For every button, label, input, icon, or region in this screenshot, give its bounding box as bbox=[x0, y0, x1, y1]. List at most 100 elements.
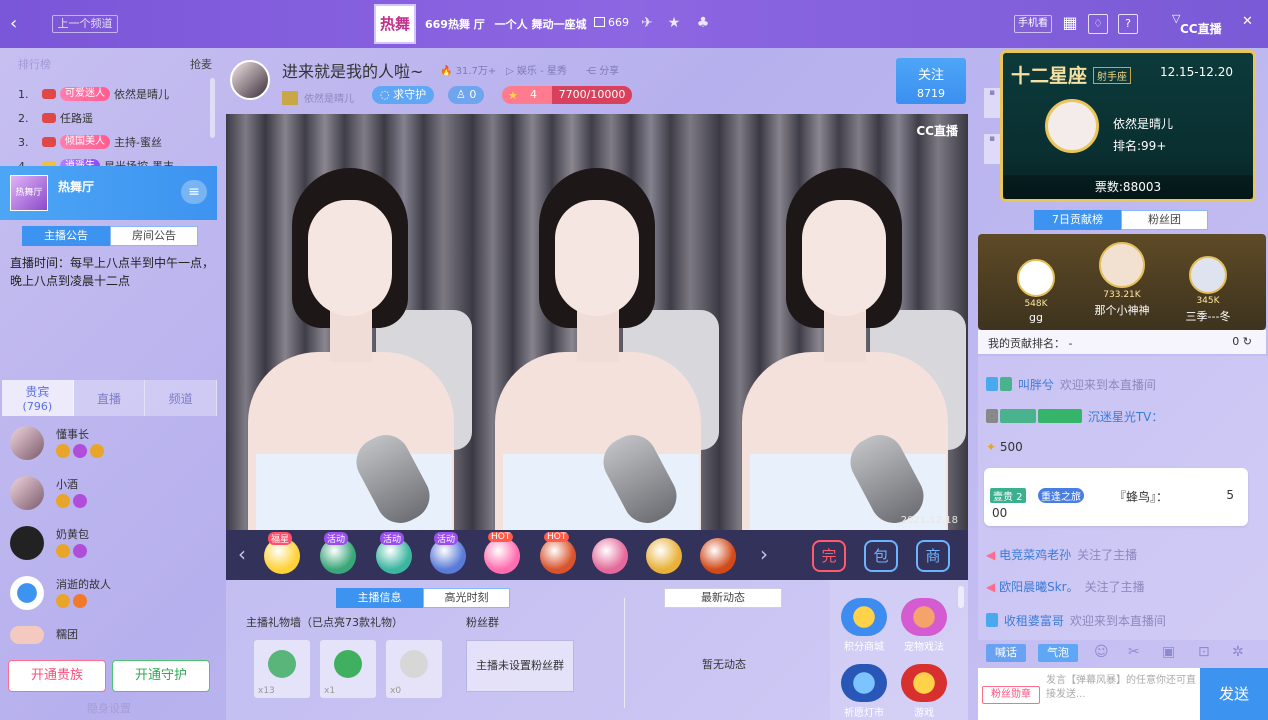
stealth-settings[interactable]: 隐身设置 bbox=[0, 698, 218, 720]
share-button[interactable]: ⋲ 分享 bbox=[586, 62, 619, 77]
tab-guests[interactable]: 贵宾 (796) bbox=[2, 380, 74, 416]
prev-channel-button[interactable]: 上一个频道 bbox=[52, 15, 118, 33]
gift-wall-item[interactable]: x1 bbox=[320, 640, 376, 698]
tab-live[interactable]: 直播 bbox=[74, 380, 146, 416]
chevron-right-icon[interactable]: › bbox=[760, 542, 768, 566]
function-scrollbar[interactable] bbox=[958, 586, 964, 608]
bell-icon[interactable]: ♢ bbox=[1088, 14, 1108, 34]
podium-second[interactable]: 548K gg bbox=[998, 259, 1074, 324]
follow-button[interactable]: 关注 8719 bbox=[896, 58, 966, 104]
wish-lantern-button[interactable]: 祈愿灯市 bbox=[840, 664, 888, 719]
tab-7day-contribution[interactable]: 7日贡献榜 bbox=[1034, 210, 1121, 230]
phone-watch-button[interactable]: 手机看 bbox=[1014, 15, 1052, 33]
audience-item[interactable]: 奶黄包 bbox=[10, 522, 208, 572]
tab-room-notice[interactable]: 房间公告 bbox=[110, 226, 198, 246]
backpack-button[interactable]: 包 bbox=[864, 540, 898, 572]
gear-icon[interactable]: ✲ bbox=[1232, 644, 1244, 660]
gift-item[interactable] bbox=[700, 538, 736, 574]
pet-trick-button[interactable]: 宠物戏法 bbox=[900, 598, 948, 653]
rank-item[interactable]: 2. 任路遥 bbox=[18, 106, 212, 130]
send-button[interactable]: 发送 bbox=[1200, 668, 1268, 720]
fn-label: 积分商城 bbox=[844, 642, 884, 653]
open-noble-button[interactable]: 开通贵族 bbox=[8, 660, 106, 692]
audience-name: 懂事长 bbox=[56, 428, 89, 441]
lock-icon[interactable]: ⊡ bbox=[1198, 644, 1210, 660]
podium-first[interactable]: 733.21K 那个小神神 bbox=[1084, 242, 1160, 318]
tab-anchor-notice[interactable]: 主播公告 bbox=[22, 226, 110, 246]
chat-input[interactable]: 粉丝勋章 发言【弹幕风暴】的任意你还可直接发送... bbox=[978, 668, 1200, 720]
gift-item[interactable]: HOT bbox=[540, 532, 576, 574]
audience-item[interactable]: 小酒 bbox=[10, 472, 208, 522]
my-rank-value[interactable]: 0 ↻ bbox=[1232, 335, 1252, 348]
gift-item[interactable]: HOT bbox=[484, 532, 520, 574]
fans-pill[interactable]: ♙ 0 bbox=[448, 86, 485, 104]
podium-score: 733.21K bbox=[1103, 290, 1141, 300]
bubble-button[interactable]: 气泡 bbox=[1038, 644, 1078, 662]
open-guard-button[interactable]: 开通守护 bbox=[112, 660, 210, 692]
image-icon[interactable]: ▣ bbox=[1162, 644, 1175, 660]
gift-wall-item[interactable]: x0 bbox=[386, 640, 442, 698]
help-icon[interactable]: ? bbox=[1118, 14, 1138, 34]
tab-anchor-info[interactable]: 主播信息 bbox=[336, 588, 423, 608]
gift-wall-item[interactable]: x13 bbox=[254, 640, 310, 698]
gift-item[interactable]: 活动 bbox=[320, 532, 356, 574]
shop-button[interactable]: 商 bbox=[916, 540, 950, 572]
video-player[interactable]: CC直播 2021.12.18 bbox=[226, 114, 968, 530]
category[interactable]: ▷ 娱乐 - 星秀 bbox=[506, 62, 567, 77]
gift-item[interactable] bbox=[592, 538, 628, 574]
gift-item[interactable]: 福星 bbox=[264, 532, 300, 574]
gift-item[interactable]: 活动 bbox=[376, 532, 412, 574]
rank-num: 2. bbox=[18, 111, 29, 125]
chat-user[interactable]: 欧阳晨曦Skr。 bbox=[999, 580, 1079, 594]
audience-item[interactable]: 懂事长 bbox=[10, 422, 208, 472]
emoji-icon[interactable]: ☺ bbox=[1094, 644, 1109, 660]
room-name: 669热舞 厅 一个人 舞动一座城 bbox=[425, 16, 586, 32]
points-mall-button[interactable]: 积分商城 bbox=[840, 598, 888, 653]
chat-user[interactable]: 沉迷星光TV： bbox=[1088, 410, 1164, 424]
gift-bar: ‹ 福星 活动 活动 活动 HOT HOT › 完 包 商 bbox=[226, 530, 968, 580]
zodiac-banner[interactable]: 十二星座 射手座 12.15-12.20 依然是晴儿 排名:99+ 票数:880… bbox=[1000, 50, 1256, 202]
guard-pill[interactable]: ◌ 求守护 bbox=[372, 86, 435, 104]
side-tab-activity[interactable]: ▪ bbox=[984, 88, 1000, 118]
menu-icon[interactable]: ≡ bbox=[181, 180, 207, 204]
podium-third[interactable]: 345K 三季---冬 bbox=[1170, 256, 1246, 324]
chat-area[interactable]: 叫胖兮 欢迎来到本直播间 沉迷星光TV： ✦ 500 壹贵 2 重逢之旅 『蜂鸟』… bbox=[978, 356, 1268, 640]
game-button[interactable]: 游戏 bbox=[900, 664, 948, 719]
back-icon[interactable]: ‹ bbox=[10, 14, 28, 34]
complete-button[interactable]: 完 bbox=[812, 540, 846, 572]
star-icon[interactable]: ★ bbox=[665, 14, 683, 32]
guard-icon: ◌ bbox=[380, 88, 390, 101]
gift-item[interactable] bbox=[646, 538, 682, 574]
grid-icon[interactable]: ▦ bbox=[1060, 14, 1080, 34]
avatar bbox=[1017, 259, 1055, 297]
shout-button[interactable]: 喊话 bbox=[986, 644, 1026, 662]
tab-channel[interactable]: 频道 bbox=[145, 380, 218, 416]
gift-item[interactable]: 活动 bbox=[430, 532, 466, 574]
plane-icon[interactable]: ✈ bbox=[638, 14, 656, 32]
rank-item[interactable]: 1. 可爱迷人 依然是晴儿 bbox=[18, 82, 212, 106]
gift-icon bbox=[400, 650, 428, 678]
scissors-icon[interactable]: ✂ bbox=[1128, 644, 1140, 660]
audience-item[interactable]: 糯团 bbox=[10, 622, 208, 646]
tab-highlights[interactable]: 高光时刻 bbox=[423, 588, 510, 608]
close-icon[interactable]: ✕ bbox=[1242, 14, 1253, 29]
chat-user[interactable]: 电竞菜鸡老孙 bbox=[999, 548, 1071, 562]
side-tab-extra[interactable]: ▪ bbox=[984, 134, 1000, 164]
room-title: 进来就是我的人啦~ bbox=[282, 62, 424, 81]
audience-item[interactable]: 消逝的故人 bbox=[10, 572, 208, 622]
tab-fan-club[interactable]: 粉丝团 bbox=[1121, 210, 1208, 230]
rank-item[interactable]: 3. 倾国美人 主持-蜜丝 bbox=[18, 130, 212, 154]
grab-mic-button[interactable]: 抢麦 bbox=[190, 56, 212, 72]
gift-quantity: x13 bbox=[258, 686, 275, 696]
chat-user[interactable]: 叫胖兮 bbox=[1018, 378, 1054, 392]
chevron-left-icon[interactable]: ‹ bbox=[238, 542, 246, 566]
people-icon[interactable]: ♣ bbox=[694, 14, 712, 32]
fan-medal-button[interactable]: 粉丝勋章 bbox=[982, 686, 1040, 704]
news-tab[interactable]: 最新动态 bbox=[664, 588, 782, 608]
gift-sender[interactable]: 『蜂鸟』： bbox=[1114, 488, 1168, 505]
room-card[interactable]: 热舞厅 热舞厅 ≡ bbox=[0, 166, 217, 220]
anchor-avatar[interactable] bbox=[230, 60, 270, 100]
chat-user[interactable]: 收租婆富哥 bbox=[1004, 614, 1064, 628]
level-pill[interactable]: ★ 4 7700/10000 bbox=[502, 86, 632, 104]
chat-text: 欢迎来到本直播间 bbox=[1059, 378, 1156, 392]
